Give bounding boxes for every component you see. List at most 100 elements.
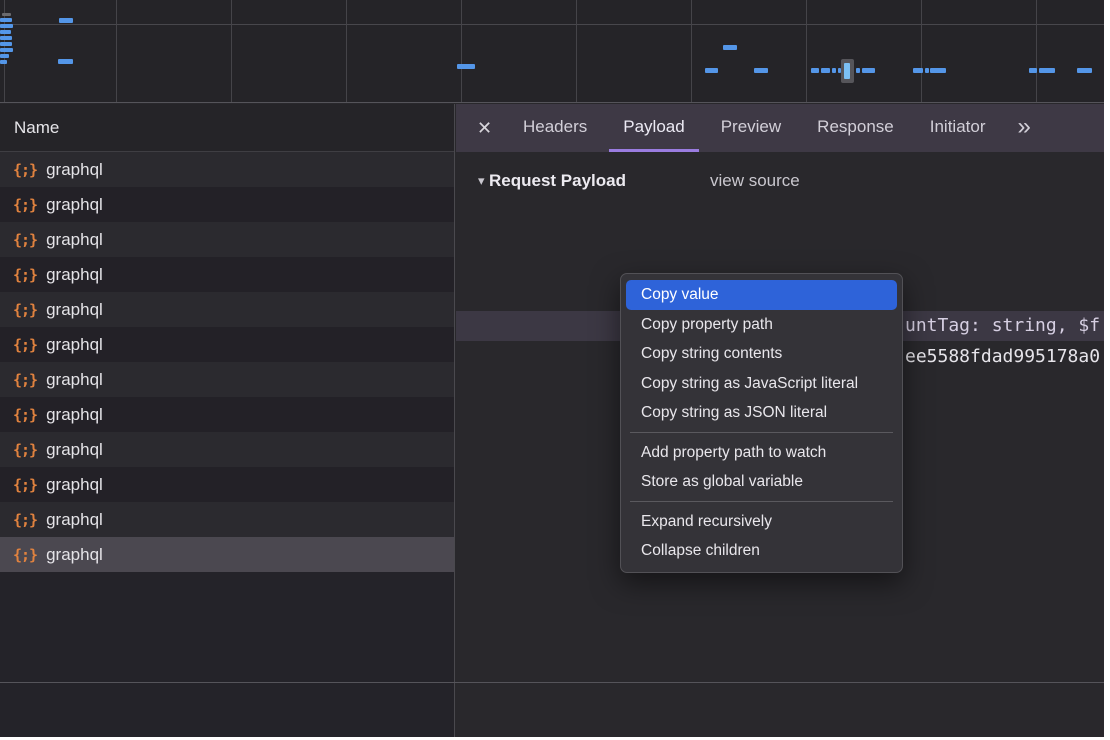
overview-selected-bar (844, 63, 850, 79)
request-list: {;} graphql {;} graphql {;} graphql {;} graphql… (0, 152, 454, 572)
waterfall-bar (821, 68, 830, 73)
timeline-gridline (691, 0, 692, 102)
section-triangle-icon[interactable]: ▾ (478, 166, 485, 196)
requests-panel: Name {;}graphql{;}graphql{;}graphql{;}gr… (0, 104, 455, 737)
request-name-label: graphql (46, 335, 103, 355)
menu-separator (630, 501, 893, 502)
timeline-gridline (806, 0, 807, 102)
tab-headers[interactable]: Headers (509, 104, 601, 152)
view-source-link[interactable]: view source (710, 166, 800, 196)
menu-item-add-property-path-to-watch[interactable]: Add property path to watch (626, 438, 897, 468)
waterfall-bar (0, 24, 13, 28)
request-row-graphql[interactable]: {;}graphql (0, 362, 454, 397)
menu-item-store-as-global-variable[interactable]: Store as global variable (626, 467, 897, 497)
close-icon[interactable]: ✕ (476, 104, 493, 152)
tabs-container: HeadersPayloadPreviewResponseInitiator (509, 104, 1007, 152)
overview-hairline (0, 24, 1104, 25)
panel-footer-divider (0, 682, 1104, 683)
request-payload-section[interactable]: ▾ Request Payload view source (456, 166, 1104, 196)
json-braces-icon: {;} (13, 406, 37, 424)
timeline-gridline (231, 0, 232, 102)
request-name-label: graphql (46, 510, 103, 530)
menu-item-collapse-children[interactable]: Collapse children (626, 536, 897, 566)
json-braces-icon: {;} (13, 441, 37, 459)
json-braces-icon: {;} (13, 231, 37, 249)
request-row-graphql[interactable]: {;} graphql (0, 152, 454, 187)
menu-item-copy-string-contents[interactable]: Copy string contents (626, 339, 897, 369)
tab-response[interactable]: Response (803, 104, 908, 152)
request-name-label: graphql (46, 160, 103, 180)
request-row-graphql[interactable]: {;} graphql (0, 502, 454, 537)
timeline-gridline (346, 0, 347, 102)
waterfall-bar (1039, 68, 1055, 73)
json-braces-icon: {;} (13, 476, 37, 494)
section-title: Request Payload (489, 166, 626, 196)
menu-item-copy-string-as-json-literal[interactable]: Copy string as JSON literal (626, 398, 897, 428)
menu-item-copy-string-as-javascript-literal[interactable]: Copy string as JavaScript literal (626, 369, 897, 399)
tab-preview[interactable]: Preview (707, 104, 795, 152)
column-header-name-label: Name (14, 118, 59, 137)
request-row-graphql[interactable]: {;} graphql (0, 327, 454, 362)
menu-item-expand-recursively[interactable]: Expand recursively (626, 507, 897, 537)
waterfall-bar (1077, 68, 1092, 73)
request-row-graphql[interactable]: {;} graphql (0, 222, 454, 257)
network-overview-timeline[interactable] (0, 0, 1104, 103)
request-name-label: graphql (46, 370, 103, 390)
request-name-label: graphql (46, 545, 103, 565)
property-value-right: untTag: string, $f (905, 311, 1100, 341)
details-tabbar: ✕ HeadersPayloadPreviewResponseInitiator… (456, 104, 1104, 152)
request-name-label: graphql (46, 440, 103, 460)
column-header-name[interactable]: Name (0, 104, 454, 152)
more-tabs-icon[interactable]: » (1017, 104, 1030, 152)
json-braces-icon: {;} (13, 546, 37, 564)
request-row-graphql[interactable]: {;} graphql (0, 432, 454, 467)
timeline-gridline (1036, 0, 1037, 102)
timeline-gridline (116, 0, 117, 102)
waterfall-bar (1029, 68, 1037, 73)
waterfall-bar (811, 68, 819, 73)
json-braces-icon: {;} (13, 196, 37, 214)
request-row-graphql[interactable]: {;} graphql (0, 257, 454, 292)
json-braces-icon: {;} (13, 336, 37, 354)
context-menu: Copy valueCopy property pathCopy string … (620, 273, 903, 573)
request-name-label: graphql (46, 475, 103, 495)
waterfall-bar (723, 45, 737, 50)
timeline-gridline (461, 0, 462, 102)
request-row-graphql[interactable]: {;} graphql (0, 467, 454, 502)
request-row-graphql[interactable]: {;} graphql (0, 187, 454, 222)
waterfall-bar (457, 64, 475, 69)
request-name-label: graphql (46, 300, 103, 320)
tab-payload[interactable]: Payload (609, 104, 698, 152)
json-braces-icon: {;} (13, 161, 37, 179)
devtools-window: Name {;}graphql{;}graphql{;}graphql{;}gr… (0, 0, 1104, 737)
waterfall-bar (0, 36, 12, 40)
json-braces-icon: {;} (13, 266, 37, 284)
request-name-label: graphql (46, 195, 103, 215)
menu-separator (630, 432, 893, 433)
waterfall-bar (0, 48, 13, 52)
timeline-gridline (921, 0, 922, 102)
waterfall-bar (0, 30, 11, 34)
waterfall-bar (0, 18, 12, 22)
property-value-right: ee5588fdad995178a0 (905, 342, 1100, 372)
json-braces-icon: {;} (13, 511, 37, 529)
waterfall-bar (930, 68, 946, 73)
waterfall-bar (0, 60, 7, 64)
menu-item-copy-property-path[interactable]: Copy property path (626, 310, 897, 340)
request-row-graphql[interactable]: {;} graphql (0, 292, 454, 327)
request-name-label: graphql (46, 230, 103, 250)
request-row-graphql[interactable]: {;}graphql (0, 397, 454, 432)
waterfall-bar (913, 68, 923, 73)
request-row-graphql[interactable]: {;} graphql (0, 537, 454, 572)
tab-initiator[interactable]: Initiator (916, 104, 1000, 152)
waterfall-bar (58, 59, 73, 64)
waterfall-bar (925, 68, 929, 73)
request-details-panel: ✕ HeadersPayloadPreviewResponseInitiator… (456, 104, 1104, 737)
menu-item-copy-value[interactable]: Copy value (626, 280, 897, 310)
waterfall-bar (862, 68, 875, 73)
waterfall-bar (856, 68, 860, 73)
request-name-label: graphql (46, 265, 103, 285)
waterfall-bar (705, 68, 718, 73)
json-braces-icon: {;} (13, 301, 37, 319)
waterfall-bar (754, 68, 768, 73)
